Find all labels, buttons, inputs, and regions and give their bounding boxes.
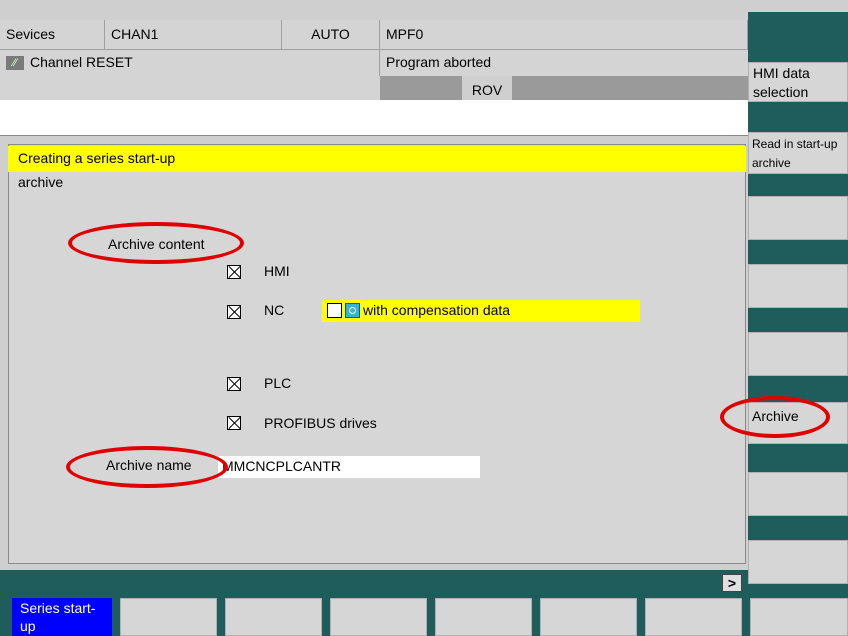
mode-label: AUTO <box>282 20 380 50</box>
softkey-v8[interactable] <box>748 540 848 584</box>
message-line <box>0 100 748 136</box>
rov-bar: ROV <box>380 76 748 100</box>
softkey-h6[interactable] <box>540 598 637 636</box>
focus-icon <box>345 303 360 318</box>
compensation-option[interactable]: with compensation data <box>322 300 640 322</box>
softkey-separator <box>0 570 748 596</box>
profibus-label: PROFIBUS drives <box>264 415 377 431</box>
hmi-data-selection-softkey[interactable]: HMI data selection <box>748 62 848 102</box>
annotation-ring-archive-name <box>66 446 228 488</box>
nc-checkbox[interactable] <box>227 305 241 319</box>
annotation-ring-archive-content <box>68 222 244 264</box>
read-in-startup-archive-softkey[interactable]: Read in start-up archive <box>748 132 848 174</box>
area-label: Sevices <box>0 20 105 50</box>
softkey-v5[interactable] <box>748 332 848 376</box>
series-startup-softkey[interactable]: Series start-up <box>12 598 112 636</box>
nc-label: NC <box>264 302 285 318</box>
softkey-h4[interactable] <box>330 598 427 636</box>
hmi-checkbox[interactable] <box>227 265 241 279</box>
header-spacer <box>0 76 380 100</box>
channel-label: CHAN1 <box>105 20 282 50</box>
softkey-h8[interactable] <box>750 598 848 636</box>
softkey-v4[interactable] <box>748 264 848 308</box>
profibus-checkbox[interactable] <box>227 416 241 430</box>
softkey-v7[interactable] <box>748 472 848 516</box>
panel-title: Creating a series start-up <box>8 146 746 172</box>
channel-status-text: Channel RESET <box>30 54 133 70</box>
compensation-checkbox[interactable] <box>327 303 342 318</box>
panel-title-line2: archive <box>18 174 64 190</box>
softkey-h2[interactable] <box>120 598 217 636</box>
plc-label: PLC <box>264 375 292 391</box>
rov-indicator: ROV <box>462 76 512 100</box>
softkey-h5[interactable] <box>435 598 532 636</box>
main-panel <box>8 144 746 564</box>
more-softkeys-button[interactable]: > <box>722 574 742 592</box>
reset-status-icon: ⁄⁄ <box>6 56 24 71</box>
channel-status: ⁄⁄ Channel RESET <box>0 50 380 76</box>
archive-name-input[interactable]: MMCNCPLCANTR <box>218 456 480 478</box>
compensation-label: with compensation data <box>363 302 511 318</box>
hmi-label: HMI <box>264 263 290 279</box>
annotation-ring-archive-softkey <box>720 396 830 438</box>
program-status: Program aborted <box>380 50 748 76</box>
program-label: MPF0 <box>380 20 748 50</box>
plc-checkbox[interactable] <box>227 377 241 391</box>
softkey-v3[interactable] <box>748 196 848 240</box>
softkey-h7[interactable] <box>645 598 742 636</box>
softkey-h3[interactable] <box>225 598 322 636</box>
